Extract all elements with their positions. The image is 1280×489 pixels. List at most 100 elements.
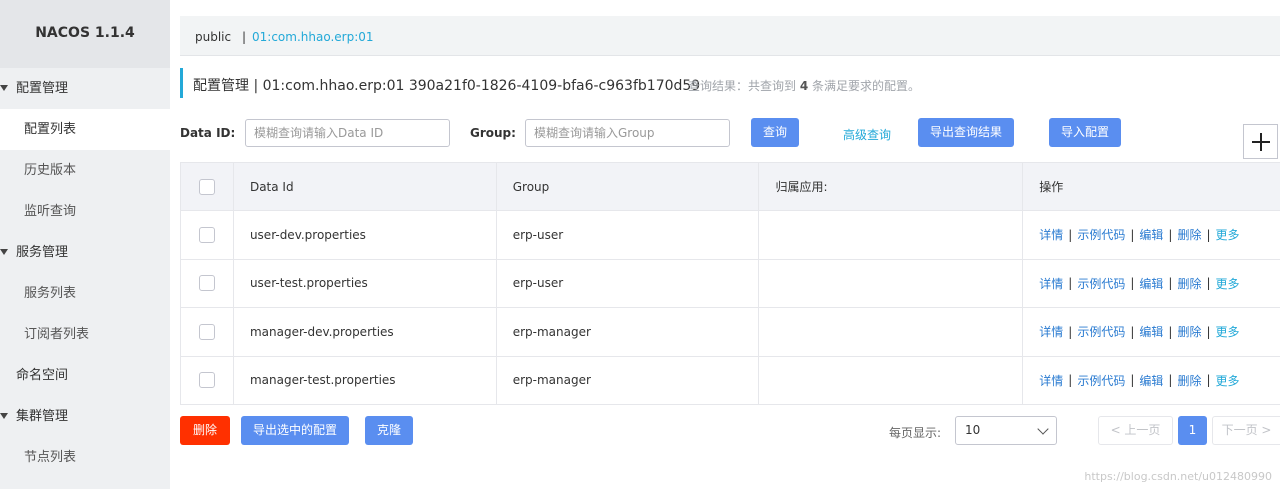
result-count: 4 bbox=[799, 79, 809, 93]
column-header-app: 归属应用: bbox=[759, 163, 1024, 210]
op-separator: | bbox=[1068, 373, 1073, 388]
op-delete-link[interactable]: 删除 bbox=[1177, 372, 1201, 389]
cell-group: erp-manager bbox=[497, 308, 760, 356]
table-body: user-dev.properties erp-user 详情 | 示例代码 | 编辑 | 删除… bbox=[181, 211, 1280, 405]
row-select-cell bbox=[181, 259, 234, 307]
cell-app bbox=[759, 308, 1024, 356]
export-selected-button[interactable]: 导出选中的配置 bbox=[241, 416, 350, 445]
op-delete-link[interactable]: 删除 bbox=[1177, 323, 1201, 340]
cell-app bbox=[759, 211, 1024, 259]
sidebar-item-1[interactable]: 配置列表 bbox=[0, 109, 170, 150]
op-separator: | bbox=[1130, 227, 1135, 242]
op-edit-link[interactable]: 编辑 bbox=[1139, 275, 1163, 292]
sidebar-item-8[interactable]: 集群管理 bbox=[0, 396, 170, 437]
sidebar-item-label: 配置列表 bbox=[24, 122, 77, 137]
query-button[interactable]: 查询 bbox=[751, 118, 800, 147]
add-config-plus-icon[interactable] bbox=[1243, 124, 1278, 159]
namespace-separator: | bbox=[242, 30, 247, 44]
config-table: Data Id Group 归属应用: 操作 user-dev.properti… bbox=[180, 162, 1280, 405]
row-select-cell bbox=[181, 308, 234, 356]
cell-app bbox=[759, 356, 1024, 404]
cell-operations: 详情 | 示例代码 | 编辑 | 删除 | 更多 bbox=[1023, 211, 1280, 259]
sidebar-item-9[interactable]: 节点列表 bbox=[0, 437, 170, 478]
row-select-cell bbox=[181, 356, 234, 404]
row-select-cell bbox=[181, 211, 234, 259]
data-id-label: Data ID: bbox=[180, 126, 236, 140]
row-checkbox[interactable] bbox=[198, 323, 215, 340]
sidebar-item-2[interactable]: 历史版本 bbox=[0, 150, 170, 191]
op-separator: | bbox=[1168, 373, 1173, 388]
data-id-input[interactable] bbox=[245, 119, 450, 147]
op-separator: | bbox=[1206, 324, 1211, 339]
sidebar-item-label: 集群管理 bbox=[16, 409, 69, 424]
op-more-link[interactable]: 更多 bbox=[1216, 226, 1240, 243]
op-edit-link[interactable]: 编辑 bbox=[1139, 372, 1163, 389]
op-more-link[interactable]: 更多 bbox=[1216, 372, 1240, 389]
sidebar-item-label: 订阅者列表 bbox=[24, 327, 90, 342]
cell-group: erp-manager bbox=[497, 356, 760, 404]
namespace-current[interactable]: 01:com.hhao.erp:01 bbox=[252, 30, 374, 44]
sidebar-item-3[interactable]: 监听查询 bbox=[0, 191, 170, 232]
cell-data-id: user-test.properties bbox=[234, 259, 497, 307]
cell-app bbox=[759, 259, 1024, 307]
main-content: public | 01:com.hhao.erp:01 配置管理 | 01:co… bbox=[180, 0, 1280, 489]
row-checkbox[interactable] bbox=[198, 226, 215, 243]
namespace-public[interactable]: public bbox=[195, 30, 231, 44]
current-page-button[interactable]: 1 bbox=[1178, 416, 1207, 445]
caret-down-icon bbox=[0, 249, 8, 255]
op-separator: | bbox=[1206, 227, 1211, 242]
advanced-query-link[interactable]: 高级查询 bbox=[843, 126, 891, 143]
import-config-button[interactable]: 导入配置 bbox=[1049, 118, 1122, 147]
op-separator: | bbox=[1068, 227, 1073, 242]
op-delete-link[interactable]: 删除 bbox=[1177, 275, 1201, 292]
op-separator: | bbox=[1068, 324, 1073, 339]
page-size-label: 每页显示: bbox=[889, 426, 942, 440]
delete-selected-button[interactable]: 删除 bbox=[180, 416, 231, 445]
sidebar-item-7[interactable]: 命名空间 bbox=[0, 355, 170, 396]
op-detail-link[interactable]: 详情 bbox=[1039, 226, 1063, 243]
row-checkbox[interactable] bbox=[198, 372, 215, 389]
group-input[interactable] bbox=[525, 119, 730, 147]
page-size-select[interactable]: 10 bbox=[955, 416, 1057, 445]
table-header: Data Id Group 归属应用: 操作 bbox=[181, 163, 1280, 211]
op-separator: | bbox=[1168, 276, 1173, 291]
op-detail-link[interactable]: 详情 bbox=[1039, 372, 1063, 389]
prev-page-button[interactable]: < 上一页 bbox=[1098, 416, 1173, 445]
op-detail-link[interactable]: 详情 bbox=[1039, 275, 1063, 292]
cell-operations: 详情 | 示例代码 | 编辑 | 删除 | 更多 bbox=[1023, 357, 1280, 405]
row-checkbox[interactable] bbox=[198, 275, 215, 292]
column-header-group: Group bbox=[497, 163, 760, 210]
cell-group: erp-user bbox=[497, 259, 760, 307]
sidebar-item-5[interactable]: 服务列表 bbox=[0, 273, 170, 314]
op-sample-code-link[interactable]: 示例代码 bbox=[1077, 275, 1125, 292]
op-sample-code-link[interactable]: 示例代码 bbox=[1077, 226, 1125, 243]
cell-operations: 详情 | 示例代码 | 编辑 | 删除 | 更多 bbox=[1023, 308, 1280, 356]
export-results-button[interactable]: 导出查询结果 bbox=[918, 118, 1015, 147]
op-separator: | bbox=[1130, 324, 1135, 339]
cell-data-id: user-dev.properties bbox=[234, 211, 497, 259]
op-detail-link[interactable]: 详情 bbox=[1039, 323, 1063, 340]
op-separator: | bbox=[1206, 276, 1211, 291]
op-separator: | bbox=[1130, 276, 1135, 291]
op-edit-link[interactable]: 编辑 bbox=[1139, 323, 1163, 340]
sidebar-item-4[interactable]: 服务管理 bbox=[0, 232, 170, 273]
op-separator: | bbox=[1168, 324, 1173, 339]
table-row: manager-dev.properties erp-manager 详情 | 示例代码… bbox=[181, 308, 1280, 357]
chevron-down-icon bbox=[1037, 423, 1049, 435]
op-more-link[interactable]: 更多 bbox=[1216, 275, 1240, 292]
sidebar-item-label: 节点列表 bbox=[24, 450, 77, 465]
op-delete-link[interactable]: 删除 bbox=[1177, 226, 1201, 243]
namespace-bar: public | 01:com.hhao.erp:01 bbox=[180, 16, 1280, 56]
next-page-button[interactable]: 下一页 > bbox=[1212, 416, 1280, 445]
title-accent-bar bbox=[180, 68, 183, 98]
sidebar-item-0[interactable]: 配置管理 bbox=[0, 68, 170, 109]
op-sample-code-link[interactable]: 示例代码 bbox=[1077, 323, 1125, 340]
select-all-checkbox[interactable] bbox=[198, 178, 215, 195]
op-sample-code-link[interactable]: 示例代码 bbox=[1077, 372, 1125, 389]
op-edit-link[interactable]: 编辑 bbox=[1139, 226, 1163, 243]
op-more-link[interactable]: 更多 bbox=[1216, 323, 1240, 340]
op-separator: | bbox=[1068, 276, 1073, 291]
sidebar-item-6[interactable]: 订阅者列表 bbox=[0, 314, 170, 355]
table-row: manager-test.properties erp-manager 详情 | 示例代… bbox=[181, 356, 1280, 405]
clone-button[interactable]: 克隆 bbox=[365, 416, 414, 445]
